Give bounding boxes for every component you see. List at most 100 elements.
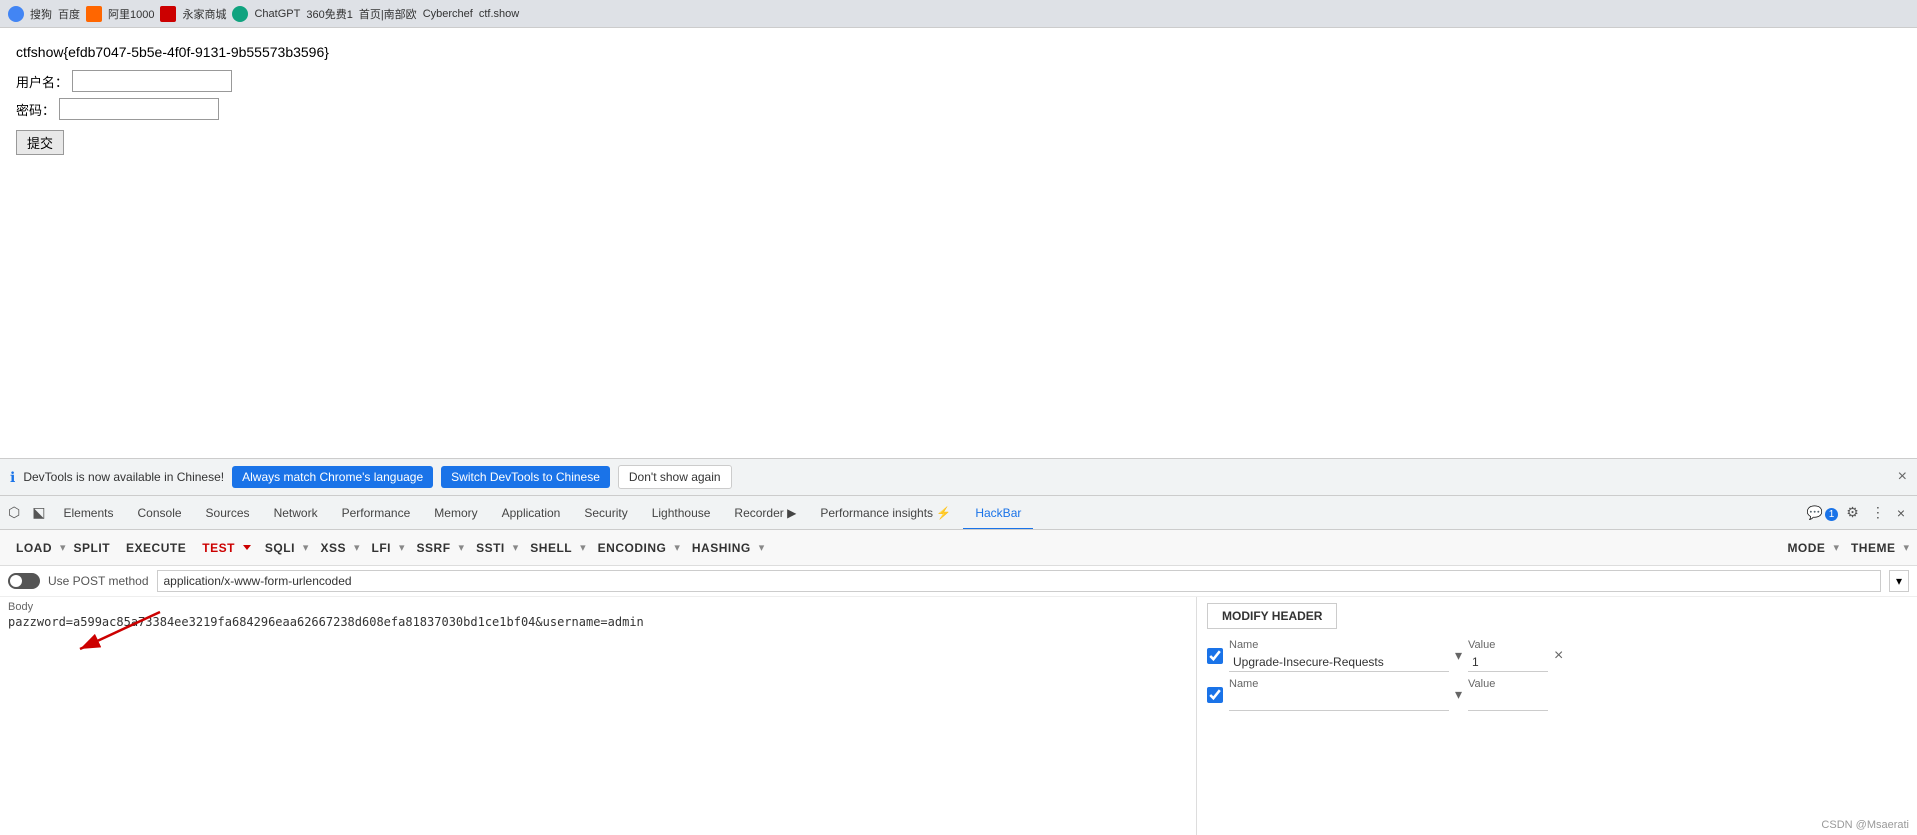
device-icon[interactable]: ⬕ [26, 504, 51, 521]
header-2-name-input[interactable] [1229, 692, 1449, 711]
hackbar-url-row: Use POST method ▾ [0, 566, 1917, 597]
tab-memory[interactable]: Memory [422, 496, 489, 530]
favicon-4 [232, 6, 248, 22]
mode-dropdown-arrow[interactable]: ▾ [1833, 541, 1839, 554]
switch-to-chinese-button[interactable]: Switch DevTools to Chinese [441, 466, 610, 488]
load-button[interactable]: LOAD [8, 538, 60, 558]
shell-button[interactable]: SHELL [522, 538, 580, 558]
tab-sources[interactable]: Sources [194, 496, 262, 530]
header-2-name-label: Name [1229, 678, 1449, 690]
header-1-name-label: Name [1229, 639, 1449, 651]
header-1-name-input[interactable] [1229, 653, 1449, 672]
header-1-close-button[interactable]: × [1554, 647, 1563, 665]
devtools-close-icon[interactable]: × [1893, 503, 1909, 523]
chat-icon[interactable]: 💬1 [1807, 505, 1839, 521]
topbar-item-ali[interactable]: 阿里1000 [108, 6, 154, 22]
encoding-dropdown-arrow[interactable]: ▾ [674, 541, 680, 554]
ssrf-dropdown-arrow[interactable]: ▾ [459, 541, 465, 554]
lfi-button[interactable]: LFI [364, 538, 400, 558]
body-label: Body [8, 601, 1188, 613]
header-row-1: Name ▾ Value × [1207, 639, 1907, 672]
password-row: 密码： [16, 98, 1901, 120]
sqli-button[interactable]: SQLI [257, 538, 303, 558]
use-post-label: Use POST method [48, 574, 149, 588]
notification-message: DevTools is now available in Chinese! [23, 470, 224, 484]
topbar-item-baidu[interactable]: 百度 [58, 6, 80, 22]
encoding-button[interactable]: ENCODING [590, 538, 675, 558]
dont-show-again-button[interactable]: Don't show again [618, 465, 732, 489]
theme-button[interactable]: THEME [1843, 538, 1904, 558]
header-2-dropdown-button[interactable]: ▾ [1455, 686, 1462, 703]
url-input[interactable] [157, 570, 1881, 592]
test-dropdown-arrow[interactable] [243, 545, 251, 550]
notification-close-button[interactable]: × [1898, 468, 1907, 486]
shell-dropdown-arrow[interactable]: ▾ [580, 541, 586, 554]
tab-performance[interactable]: Performance [330, 496, 423, 530]
page-content: ctfshow{efdb7047-5b5e-4f0f-9131-9b55573b… [0, 28, 1917, 458]
header-2-name-col: Name [1229, 678, 1449, 711]
devtools-notification-bar: ℹ DevTools is now available in Chinese! … [0, 458, 1917, 495]
devtools-panel: ⬡ ⬕ Elements Console Sources Network Per… [0, 495, 1917, 835]
settings-icon[interactable]: ⚙ [1842, 502, 1863, 523]
overflow-icon[interactable]: ⋮ [1867, 502, 1889, 523]
mode-button[interactable]: MODE [1779, 538, 1833, 558]
xss-button[interactable]: XSS [312, 538, 354, 558]
header-2-value-label: Value [1468, 678, 1548, 690]
tab-lighthouse[interactable]: Lighthouse [640, 496, 723, 530]
header-1-dropdown-button[interactable]: ▾ [1455, 647, 1462, 664]
theme-dropdown-arrow[interactable]: ▾ [1903, 541, 1909, 554]
username-row: 用户名： [16, 70, 1901, 92]
browser-topbar: 搜狗 百度 阿里1000 永家商城 ChatGPT 360免费1 首页|南部欧 … [0, 0, 1917, 28]
always-match-language-button[interactable]: Always match Chrome's language [232, 466, 433, 488]
header-2-value-col: Value [1468, 678, 1548, 711]
csdn-credit: CSDN @Msaerati [1821, 819, 1909, 831]
topbar-item-sougou[interactable]: 搜狗 [30, 6, 52, 22]
post-method-toggle[interactable] [8, 573, 40, 589]
tab-network[interactable]: Network [262, 496, 330, 530]
tab-recorder[interactable]: Recorder ▶ [722, 496, 808, 530]
ssrf-button[interactable]: SSRF [409, 538, 459, 558]
inspect-icon[interactable]: ⬡ [2, 504, 26, 521]
topbar-item-chatgpt[interactable]: ChatGPT [254, 8, 300, 20]
tab-hackbar[interactable]: HackBar [963, 496, 1033, 530]
header-2-checkbox[interactable] [1207, 687, 1223, 703]
url-dropdown-button[interactable]: ▾ [1889, 570, 1909, 592]
hackbar-body-area: Body pazzword=a599ac85a73384ee3219fa6842… [0, 597, 1917, 835]
tab-performance-insights[interactable]: Performance insights ⚡ [808, 496, 963, 530]
lfi-dropdown-arrow[interactable]: ▾ [399, 541, 405, 554]
hashing-button[interactable]: HASHING [684, 538, 759, 558]
topbar-item-360[interactable]: 360免费1 [306, 6, 352, 22]
execute-button[interactable]: EXECUTE [118, 538, 194, 558]
xss-dropdown-arrow[interactable]: ▾ [354, 541, 360, 554]
header-1-value-input[interactable] [1468, 653, 1548, 672]
tab-application[interactable]: Application [490, 496, 573, 530]
topbar-item-yj[interactable]: 永家商城 [182, 6, 226, 22]
tab-security[interactable]: Security [572, 496, 639, 530]
tab-elements[interactable]: Elements [51, 496, 125, 530]
tab-console[interactable]: Console [126, 496, 194, 530]
sqli-dropdown-arrow[interactable]: ▾ [303, 541, 309, 554]
topbar-item-cyberchef[interactable]: Cyberchef [423, 8, 473, 20]
modify-header-button[interactable]: MODIFY HEADER [1207, 603, 1337, 629]
password-input[interactable] [59, 98, 219, 120]
ssti-dropdown-arrow[interactable]: ▾ [513, 541, 519, 554]
tab-end-icons: 💬1 ⚙ ⋮ × [1807, 502, 1916, 523]
header-1-value-col: Value [1468, 639, 1548, 672]
hackbar-toolbar: LOAD ▾ SPLIT EXECUTE TEST SQLI ▾ XSS ▾ L… [0, 530, 1917, 566]
header-2-value-input[interactable] [1468, 692, 1548, 711]
header-1-checkbox[interactable] [1207, 648, 1223, 664]
split-button[interactable]: SPLIT [66, 538, 119, 558]
notification-badge: 1 [1825, 508, 1839, 521]
info-icon: ℹ [10, 469, 15, 486]
topbar-item-shouye[interactable]: 首页|南部欧 [359, 6, 417, 22]
username-input[interactable] [72, 70, 232, 92]
topbar-item-ctfshow[interactable]: ctf.show [479, 8, 519, 20]
test-button[interactable]: TEST [194, 538, 243, 558]
body-content: pazzword=a599ac85a73384ee3219fa684296eaa… [8, 615, 1188, 629]
submit-button[interactable]: 提交 [16, 130, 64, 155]
ssti-button[interactable]: SSTI [468, 538, 513, 558]
header-1-value-label: Value [1468, 639, 1548, 651]
hackbar-body-panel: Body pazzword=a599ac85a73384ee3219fa6842… [0, 597, 1197, 835]
favicon-2 [86, 6, 102, 22]
hashing-dropdown-arrow[interactable]: ▾ [759, 541, 765, 554]
